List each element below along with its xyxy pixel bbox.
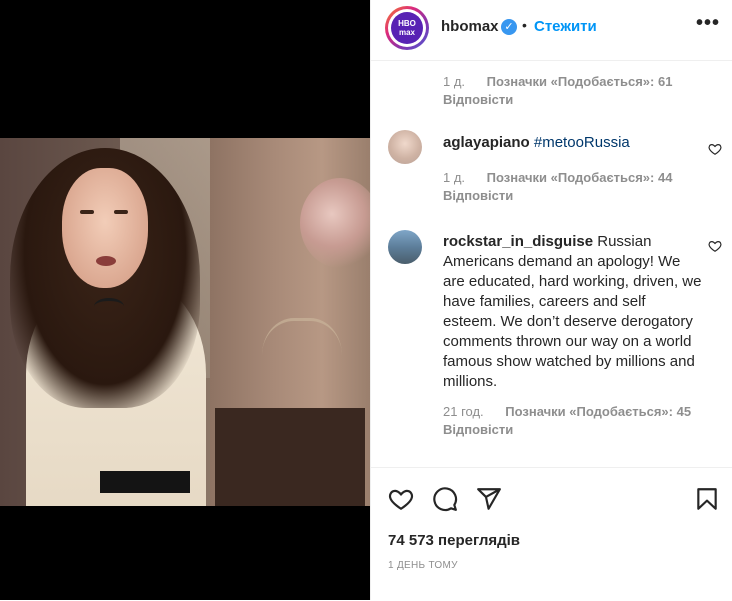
background-candelabra bbox=[262, 318, 342, 411]
account-avatar[interactable]: HBO max bbox=[385, 6, 429, 50]
woman-eye-left bbox=[80, 210, 94, 214]
woman-face bbox=[62, 168, 148, 288]
view-replies-cutoff bbox=[491, 457, 691, 467]
avatar-ring: HBO max bbox=[388, 9, 426, 47]
account-username[interactable]: hbomax bbox=[441, 18, 499, 35]
post-actions: 74 573 переглядів 1 ДЕНЬ ТОМУ bbox=[371, 467, 732, 601]
comment-time[interactable]: 21 год. bbox=[443, 404, 484, 419]
verified-badge-icon: ✓ bbox=[501, 19, 517, 35]
woman-mouth bbox=[96, 256, 116, 266]
hbomax-logo: HBO max bbox=[391, 12, 423, 44]
post-timestamp[interactable]: 1 ДЕНЬ ТОМУ bbox=[388, 560, 458, 571]
more-options-icon[interactable]: ••• bbox=[696, 12, 720, 35]
comment-meta: 21 год. Позначки «Подобається»: 45 bbox=[443, 404, 691, 419]
separator-dot: • bbox=[522, 17, 527, 33]
comments-list[interactable]: 1 д. Позначки «Подобається»: 61 Відповіс… bbox=[371, 61, 732, 467]
post-media[interactable] bbox=[0, 0, 370, 600]
bookmark-icon[interactable] bbox=[694, 486, 720, 512]
woman-eye-right bbox=[114, 210, 128, 214]
like-comment-heart-icon[interactable] bbox=[708, 142, 722, 156]
comment-body: rockstar_in_disguise Russian Americans d… bbox=[443, 232, 703, 392]
comment-likes[interactable]: Позначки «Подобається»: 44 bbox=[487, 170, 673, 185]
like-comment-heart-icon[interactable] bbox=[708, 239, 722, 253]
comment-likes[interactable]: Позначки «Подобається»: 45 bbox=[505, 404, 691, 419]
woman-belt bbox=[100, 471, 190, 493]
avatar[interactable] bbox=[388, 130, 422, 164]
comment-meta: 1 д. Позначки «Подобається»: 61 bbox=[443, 74, 672, 89]
video-frame[interactable] bbox=[0, 138, 370, 506]
share-icon[interactable] bbox=[476, 486, 502, 512]
comment-username[interactable]: aglayapiano bbox=[443, 134, 530, 151]
view-count[interactable]: 74 573 переглядів bbox=[388, 532, 520, 549]
reply-button[interactable]: Відповісти bbox=[443, 92, 513, 107]
post-header: HBO max hbomax ✓ • Стежити ••• bbox=[371, 0, 732, 61]
background-chairs bbox=[215, 408, 365, 506]
avatar[interactable] bbox=[388, 230, 422, 264]
reply-button[interactable]: Відповісти bbox=[443, 188, 513, 203]
comment-likes[interactable]: Позначки «Подобається»: 61 bbox=[487, 74, 673, 89]
comment-time[interactable]: 1 д. bbox=[443, 170, 465, 185]
comment-text: Russian Americans demand an apology! We … bbox=[443, 233, 702, 390]
follow-button[interactable]: Стежити bbox=[534, 18, 597, 35]
comment-icon[interactable] bbox=[432, 486, 458, 512]
woman-bow bbox=[94, 298, 124, 315]
reply-button[interactable]: Відповісти bbox=[443, 422, 513, 437]
comment-body: aglayapiano #metooRussia bbox=[443, 133, 703, 153]
post-sidebar: HBO max hbomax ✓ • Стежити ••• 1 д. Позн… bbox=[370, 0, 732, 600]
comment-time[interactable]: 1 д. bbox=[443, 74, 465, 89]
hashtag-link[interactable]: #metooRussia bbox=[534, 134, 630, 151]
comment-username[interactable]: rockstar_in_disguise bbox=[443, 233, 593, 250]
background-flowers bbox=[300, 178, 370, 268]
comment-meta: 1 д. Позначки «Подобається»: 44 bbox=[443, 170, 672, 185]
heart-icon[interactable] bbox=[388, 486, 414, 512]
